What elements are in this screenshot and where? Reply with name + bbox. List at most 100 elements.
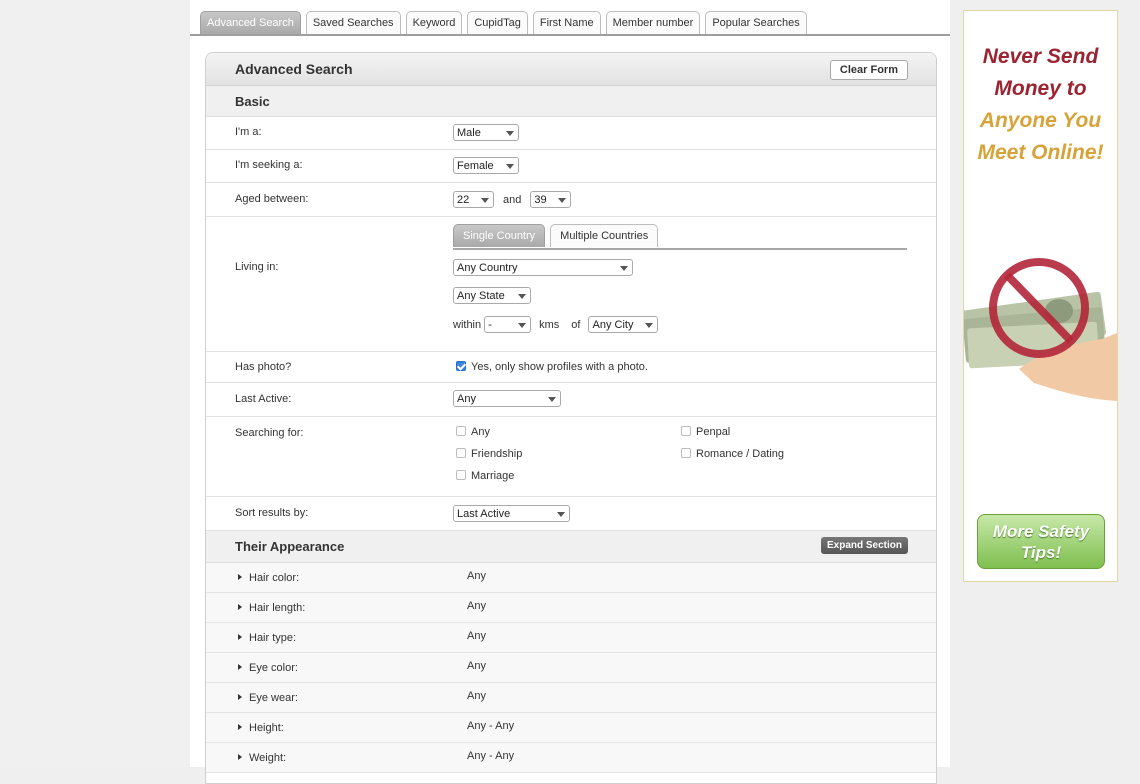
photo-option-text: Yes, only show profiles with a photo. — [471, 361, 648, 373]
sort-select[interactable]: Last Active — [453, 505, 570, 522]
option-penpal[interactable]: Penpal — [681, 426, 730, 438]
option-penpal-label: Penpal — [696, 426, 731, 438]
appearance-row-hair-length[interactable]: Hair length: Any — [206, 593, 936, 623]
panel-header: Advanced Search Clear Form — [206, 53, 936, 86]
hair-type-label: Hair type: — [249, 632, 297, 644]
row-living-in: Living in: Single Country Multiple Count… — [206, 217, 936, 352]
tab-multiple-countries[interactable]: Multiple Countries — [550, 224, 659, 247]
age-max-value: 39 — [534, 194, 547, 206]
city-select[interactable]: Any City — [588, 316, 659, 333]
tab-keyword[interactable]: Keyword — [405, 11, 463, 34]
age-max-select[interactable]: 39 — [530, 191, 572, 208]
dropdown-arrow-icon — [506, 131, 514, 136]
panel-title: Advanced Search — [235, 61, 353, 77]
im-a-label: I'm a: — [235, 126, 262, 138]
appearance-section-title: Their Appearance — [235, 539, 345, 554]
row-last-active: Last Active: Any — [206, 383, 936, 417]
expand-arrow-icon — [238, 604, 242, 610]
option-friendship[interactable]: Friendship — [456, 448, 522, 460]
appearance-row-eye-wear[interactable]: Eye wear: Any — [206, 683, 936, 713]
expand-arrow-icon — [238, 634, 242, 640]
expand-arrow-icon — [238, 754, 242, 760]
tab-popular-searches[interactable]: Popular Searches — [705, 11, 807, 34]
distance-select[interactable]: - — [484, 316, 532, 333]
option-marriage[interactable]: Marriage — [456, 470, 514, 482]
row-sort: Sort results by: Last Active — [206, 497, 936, 531]
sort-value: Last Active — [457, 508, 511, 520]
dropdown-arrow-icon — [518, 323, 527, 328]
friendship-checkbox[interactable] — [456, 448, 466, 458]
tab-cupidtag[interactable]: CupidTag — [467, 11, 528, 34]
clear-form-button[interactable]: Clear Form — [829, 60, 908, 80]
city-value: Any City — [592, 319, 634, 331]
ad-headline: Never Send Money to Anyone You Meet Onli… — [964, 41, 1117, 169]
tab-advanced-search[interactable]: Advanced Search — [200, 11, 301, 34]
appearance-row-hair-type[interactable]: Hair type: Any — [206, 623, 936, 653]
tab-single-country[interactable]: Single Country — [453, 224, 546, 247]
hair-length-value: Any — [467, 600, 486, 612]
country-tabs-divider — [453, 248, 907, 250]
appearance-row-weight[interactable]: Weight: Any - Any — [206, 743, 936, 773]
romance-dating-checkbox[interactable] — [681, 448, 691, 458]
option-friendship-label: Friendship — [471, 448, 523, 460]
living-in-label: Living in: — [235, 261, 279, 273]
ad-line-2: Money to — [994, 77, 1087, 100]
dropdown-arrow-icon — [506, 164, 514, 169]
expand-arrow-icon — [238, 694, 242, 700]
photo-checkbox[interactable] — [456, 361, 466, 371]
last-active-value: Any — [457, 393, 476, 405]
ad-line-3: Anyone You — [979, 109, 1102, 132]
seeking-select[interactable]: Female — [453, 157, 519, 174]
option-romance-dating[interactable]: Romance / Dating — [681, 448, 784, 460]
seeking-label: I'm seeking a: — [235, 159, 303, 171]
appearance-row-eye-color[interactable]: Eye color: Any — [206, 653, 936, 683]
appearance-row-height[interactable]: Height: Any - Any — [206, 713, 936, 743]
searching-for-label: Searching for: — [235, 427, 304, 439]
expand-section-button[interactable]: Expand Section — [820, 537, 908, 554]
option-romance-dating-label: Romance / Dating — [696, 448, 785, 460]
tab-first-name[interactable]: First Name — [532, 11, 601, 34]
appearance-row-hair-color[interactable]: Hair color: Any — [206, 563, 936, 593]
option-any[interactable]: Any — [456, 426, 490, 438]
im-a-value: Male — [457, 127, 481, 139]
dropdown-arrow-icon — [620, 266, 628, 271]
sort-label: Sort results by: — [235, 507, 309, 519]
tabs-divider — [190, 34, 950, 36]
hair-length-label: Hair length: — [249, 602, 306, 614]
hair-type-value: Any — [467, 630, 486, 642]
distance-value: - — [488, 319, 492, 331]
expand-arrow-icon — [238, 574, 242, 580]
and-text: and — [503, 193, 522, 206]
safety-ad-banner[interactable]: Never Send Money to Anyone You Meet Onli… — [963, 10, 1118, 582]
state-value: Any State — [457, 290, 505, 302]
weight-label: Weight: — [249, 752, 287, 764]
last-active-label: Last Active: — [235, 393, 292, 405]
tab-member-number[interactable]: Member number — [605, 11, 701, 34]
ad-line-4: Meet Online! — [977, 141, 1104, 164]
more-safety-tips-button[interactable]: More Safety Tips! — [977, 514, 1105, 569]
row-seeking: I'm seeking a: Female — [206, 150, 936, 183]
option-marriage-label: Marriage — [471, 470, 515, 482]
dropdown-arrow-icon — [645, 323, 654, 328]
search-panel: Advanced Search Clear Form Basic I'm a: … — [205, 52, 937, 784]
hair-color-value: Any — [467, 570, 486, 582]
age-min-select[interactable]: 22 — [453, 191, 494, 208]
dropdown-arrow-icon — [518, 294, 526, 299]
any-checkbox[interactable] — [456, 426, 466, 436]
has-photo-label: Has photo? — [235, 361, 292, 373]
left-margin — [0, 0, 190, 767]
within-text: within — [453, 318, 482, 331]
penpal-checkbox[interactable] — [681, 426, 691, 436]
age-min-value: 22 — [457, 194, 470, 206]
dropdown-arrow-icon — [548, 397, 556, 402]
last-active-select[interactable]: Any — [453, 390, 561, 407]
dropdown-arrow-icon — [557, 512, 565, 517]
country-select[interactable]: Any Country — [453, 259, 633, 276]
state-select[interactable]: Any State — [453, 287, 531, 304]
im-a-select[interactable]: Male — [453, 124, 519, 141]
kms-text: kms — [539, 318, 560, 331]
tab-saved-searches[interactable]: Saved Searches — [305, 11, 401, 34]
eye-wear-label: Eye wear: — [249, 692, 298, 704]
marriage-checkbox[interactable] — [456, 470, 466, 480]
weight-value: Any - Any — [467, 750, 515, 762]
